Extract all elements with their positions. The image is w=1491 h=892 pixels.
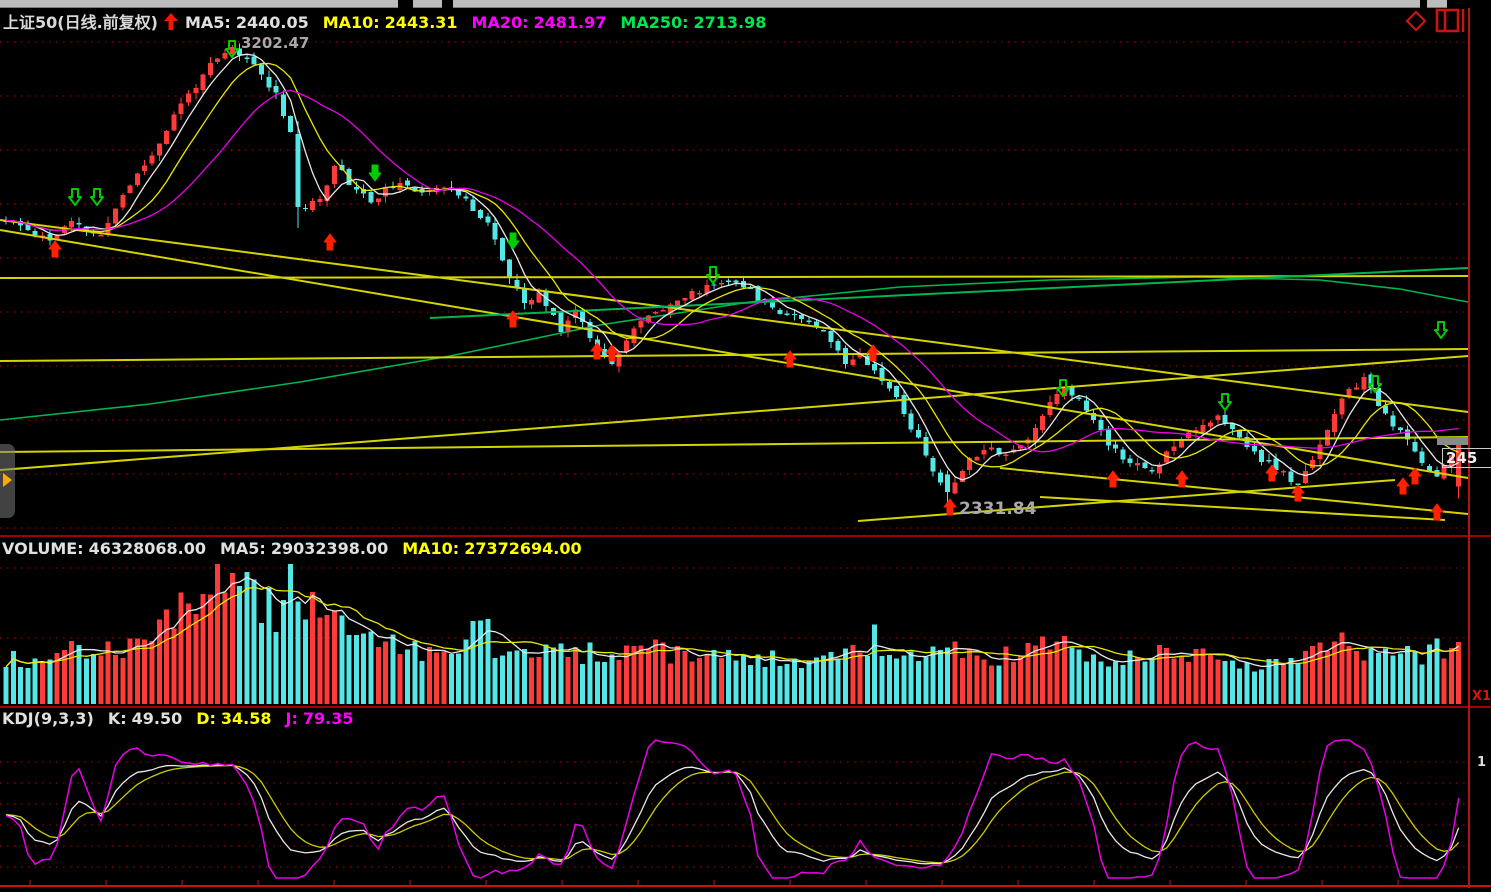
signal-markers [49, 41, 1447, 520]
kdj-pane-header: KDJ(9,3,3) K: 49.50 D: 34.58 J: 79.35 [2, 709, 358, 728]
peak-price-label: 3202.47 [241, 34, 309, 52]
j-value: 79.35 [303, 709, 354, 728]
vol-ma5-value: 29032398.00 [271, 539, 388, 558]
right-triangle-icon [3, 473, 12, 487]
ma10-label: MA10: [323, 13, 380, 32]
d-value: 34.58 [221, 709, 272, 728]
j-label: J: [286, 709, 298, 728]
axis-and-borders [0, 8, 1491, 888]
toolbar-edge-segment [413, 0, 442, 8]
vol-ma10-value: 27372694.00 [464, 539, 581, 558]
ma20-value: 2481.97 [534, 13, 607, 32]
ma5-value: 2440.05 [236, 13, 309, 32]
ma250-label: MA250: [620, 13, 688, 32]
volume-pane-header: VOLUME: 46328068.00 MA5: 29032398.00 MA10: 27… [2, 539, 587, 558]
volume-unit-label: X1 [1472, 689, 1491, 704]
vol-ma10-label: MA10: [402, 539, 459, 558]
k-label: K: [108, 709, 127, 728]
d-label: D: [196, 709, 216, 728]
current-price-label: 245 [1442, 448, 1491, 468]
ma10-value: 2443.31 [385, 13, 458, 32]
low-price-label: 2331.84 [959, 499, 1036, 519]
vol-ma5-label: MA5: [220, 539, 266, 558]
price-marker-bar [1437, 437, 1468, 445]
toolbar-edge-segment [0, 0, 398, 8]
diamond-icon[interactable] [1407, 12, 1425, 30]
toolbar-edge-segment [453, 0, 1420, 8]
ma20-label: MA20: [472, 13, 529, 32]
up-arrow-icon [163, 12, 179, 31]
kdj-label: KDJ(9,3,3) [2, 709, 94, 728]
chart-canvas[interactable] [0, 0, 1491, 892]
volume-label: VOLUME: [2, 539, 84, 558]
trendlines[interactable] [0, 220, 1468, 521]
k-value: 49.50 [132, 709, 183, 728]
gridlines [0, 42, 1468, 867]
volume-bars [4, 564, 1462, 704]
ma5-label: MA5: [185, 13, 231, 32]
ma250-value: 2713.98 [694, 13, 767, 32]
volume-value: 46328068.00 [89, 539, 206, 558]
corner-icons [1400, 6, 1470, 36]
kdj-lines [6, 740, 1459, 878]
trading-app-window: { "main_header": { "title": "上证50(日线.前复权… [0, 0, 1491, 892]
ma250-line [0, 277, 1468, 420]
main-pane-header: 上证50(日线.前复权) MA5: 2440.05 MA10: 2443.31 MA20:… [3, 9, 771, 33]
split-window-icon[interactable] [1437, 10, 1458, 31]
instrument-title: 上证50(日线.前复权) [3, 13, 158, 32]
left-panel-expander[interactable] [0, 444, 15, 518]
kdj-scale-label: 1 [1477, 755, 1486, 770]
